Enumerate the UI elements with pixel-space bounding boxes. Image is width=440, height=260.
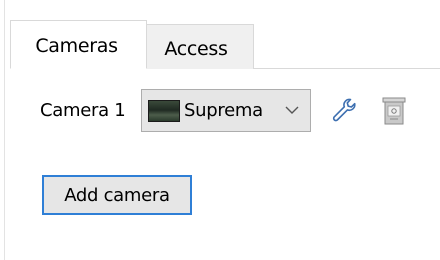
camera-label: Camera 1 — [40, 100, 126, 121]
wrench-icon[interactable] — [330, 96, 358, 124]
camera-settings-panel: Cameras Access Camera 1 Suprema Add came… — [0, 0, 440, 260]
tab-cameras-label: Cameras — [35, 34, 118, 57]
camera-type-dropdown[interactable]: Suprema — [141, 89, 311, 132]
camera-type-value: Suprema — [184, 100, 263, 121]
camera-thumbnail-icon — [148, 99, 180, 122]
panel-left-border — [4, 0, 5, 260]
chevron-down-icon — [285, 106, 299, 114]
tab-access[interactable]: Access — [146, 24, 254, 69]
add-camera-button[interactable]: Add camera — [42, 175, 192, 215]
trash-icon[interactable] — [381, 94, 407, 126]
tab-access-label: Access — [164, 38, 228, 60]
tab-cameras[interactable]: Cameras — [10, 20, 147, 69]
